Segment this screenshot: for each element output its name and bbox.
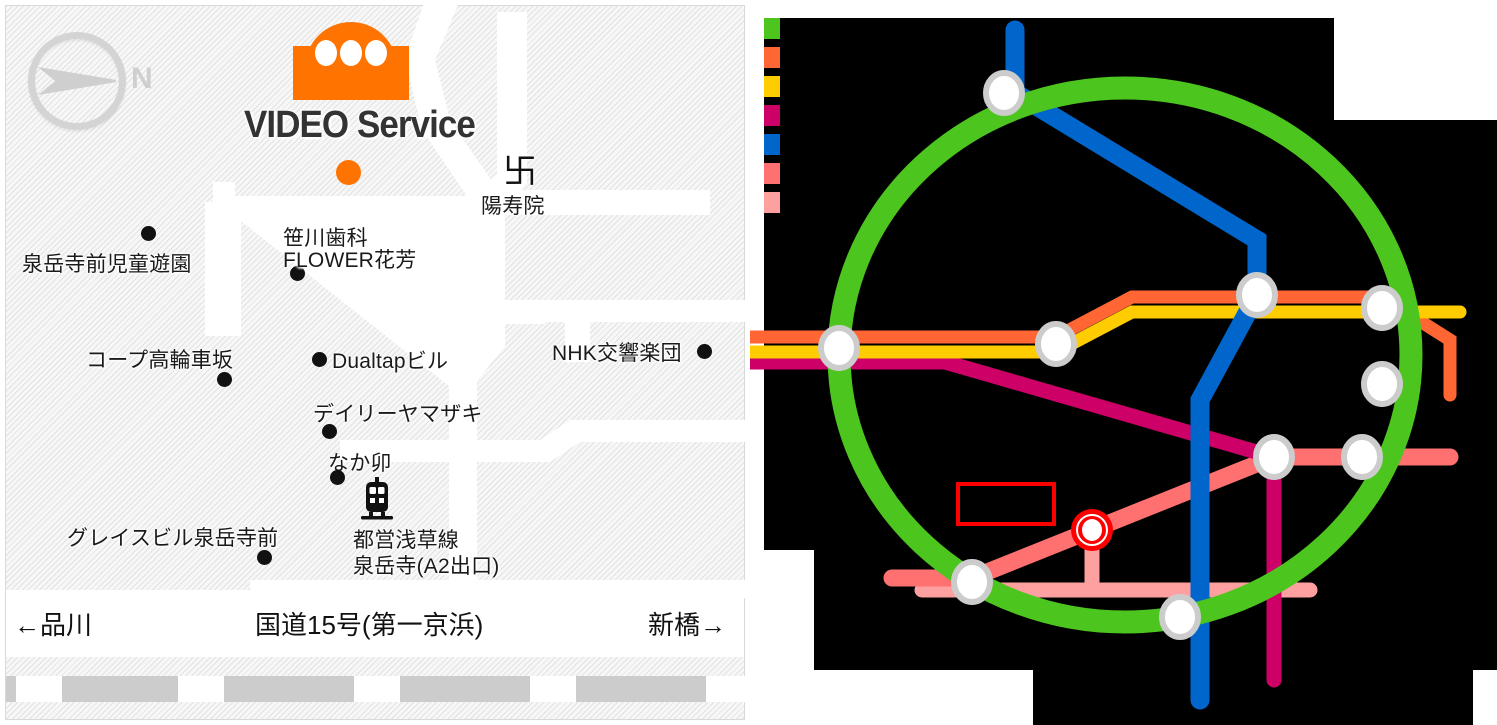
poi-label: デイリーヤマザキ bbox=[313, 403, 483, 426]
station-exit-label: 泉岳寺(A2出口) bbox=[353, 555, 500, 578]
poi-dot bbox=[257, 550, 272, 565]
poi-dot bbox=[312, 352, 327, 367]
poi-label: コープ高輪車坂 bbox=[86, 349, 234, 372]
station-marker[interactable] bbox=[1361, 285, 1403, 331]
page-title: VIDEO Service bbox=[244, 104, 476, 146]
poi-dot bbox=[322, 424, 337, 439]
crosswalk-stripe bbox=[530, 676, 576, 702]
poi-label: Dualtapビル bbox=[332, 350, 449, 373]
poi-dot bbox=[217, 372, 232, 387]
street-map-panel[interactable]: N VIDEO Service 卐 陽寿院 泉岳寺前児童遊園 笹川歯科 FLOWER… bbox=[0, 0, 750, 725]
subway-map-panel[interactable] bbox=[750, 0, 1497, 725]
crosswalk-stripe bbox=[178, 676, 224, 702]
station-marker[interactable] bbox=[951, 559, 993, 605]
poi-dot bbox=[141, 226, 156, 241]
poi-label: FLOWER花芳 bbox=[283, 249, 417, 272]
logo-dome bbox=[305, 22, 397, 72]
station-marker[interactable] bbox=[1253, 434, 1295, 480]
station-marker-current[interactable] bbox=[1082, 519, 1102, 541]
compass-icon bbox=[28, 32, 126, 130]
station-marker[interactable] bbox=[1159, 594, 1201, 640]
map-page: N VIDEO Service 卐 陽寿院 泉岳寺前児童遊園 笹川歯科 FLOWER… bbox=[0, 0, 1497, 725]
road-name-label: 国道15号(第一京浜) bbox=[255, 610, 484, 640]
poi-dot bbox=[330, 470, 345, 485]
station-marker[interactable] bbox=[983, 70, 1025, 116]
store-awning-icon bbox=[293, 22, 413, 100]
station-marker[interactable] bbox=[818, 325, 860, 371]
station-marker[interactable] bbox=[1236, 272, 1278, 318]
poi-label: NHK交響楽団 bbox=[552, 342, 682, 365]
poi-label: 泉岳寺前児童遊園 bbox=[22, 253, 192, 276]
sidewalk-lower bbox=[6, 702, 744, 719]
logo-dot bbox=[340, 40, 362, 66]
station-marker[interactable] bbox=[1341, 434, 1383, 480]
road-direction-left: ←品川 bbox=[14, 610, 93, 640]
highlight-rectangle bbox=[956, 482, 1056, 526]
train-icon bbox=[360, 477, 394, 521]
station-marker[interactable] bbox=[1035, 321, 1077, 367]
crosswalk-stripe bbox=[16, 676, 62, 702]
poi-dot bbox=[697, 344, 712, 359]
store-location-pin bbox=[336, 160, 361, 185]
station-marker[interactable] bbox=[1361, 361, 1403, 407]
crosswalk-stripe bbox=[706, 676, 750, 702]
crosswalk bbox=[6, 676, 750, 702]
logo-dot bbox=[365, 40, 387, 66]
poi-label: グレイスビル泉岳寺前 bbox=[67, 527, 279, 550]
temple-label: 陽寿院 bbox=[481, 195, 545, 218]
temple-icon: 卐 bbox=[503, 153, 537, 191]
road-direction-right: 新橋→ bbox=[647, 610, 726, 640]
logo-dot bbox=[315, 40, 337, 66]
subway-lines-svg bbox=[750, 20, 1467, 710]
compass-north-label: N bbox=[131, 62, 153, 95]
crosswalk-stripe bbox=[354, 676, 400, 702]
